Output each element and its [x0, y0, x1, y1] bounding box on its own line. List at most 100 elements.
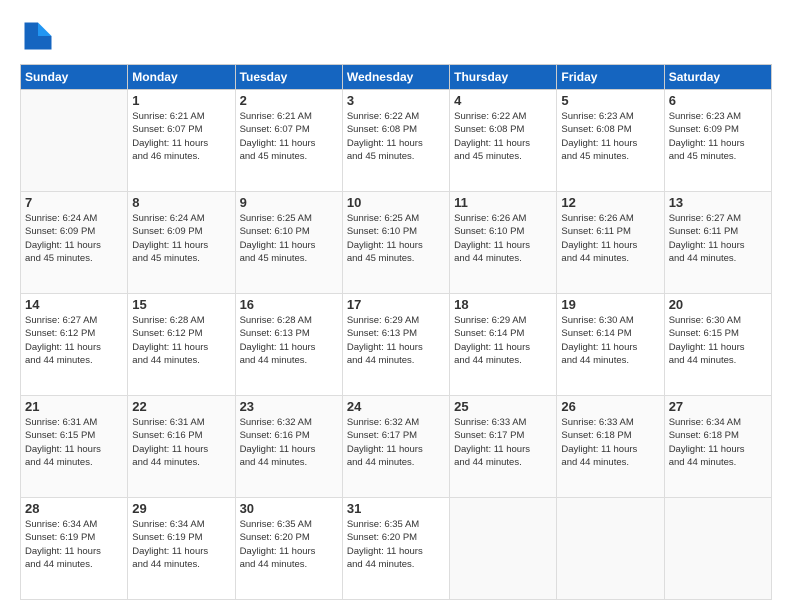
calendar-cell: 1Sunrise: 6:21 AM Sunset: 6:07 PM Daylig… [128, 90, 235, 192]
day-number: 19 [561, 297, 659, 312]
calendar-cell: 27Sunrise: 6:34 AM Sunset: 6:18 PM Dayli… [664, 396, 771, 498]
calendar-cell: 10 Sunrise: 6:25 AM Sunset: 6:10 PM Dayli… [342, 192, 449, 294]
day-header-friday: Friday [557, 65, 664, 90]
day-number: 13 [669, 195, 767, 210]
day-number: 23 [240, 399, 338, 414]
cell-info: Sunrise: 6:23 AM Sunset: 6:08 PM Dayligh… [561, 110, 659, 163]
day-number: 3 [347, 93, 445, 108]
day-number: 9 [240, 195, 338, 210]
cell-info: Sunrise: 6:34 AM Sunset: 6:18 PM Dayligh… [669, 416, 767, 469]
cell-info: Sunrise: 6:33 AM Sunset: 6:17 PM Dayligh… [454, 416, 552, 469]
calendar-week-row: 21 Sunrise: 6:31 AM Sunset: 6:15 PM Dayli… [21, 396, 772, 498]
cell-info: Sunrise: 6:29 AM Sunset: 6:13 PM Dayligh… [347, 314, 445, 367]
cell-info: Sunrise: 6:21 AM Sunset: 6:07 PM Dayligh… [132, 110, 230, 163]
calendar-cell: 2 Sunrise: 6:21 AM Sunset: 6:07 PM Daylig… [235, 90, 342, 192]
cell-info: Sunrise: 6:27 AM Sunset: 6:12 PM Dayligh… [25, 314, 123, 367]
cell-info: Sunrise: 6:35 AM Sunset: 6:20 PM Dayligh… [347, 518, 445, 571]
header [20, 18, 772, 54]
calendar-cell: 7 Sunrise: 6:24 AM Sunset: 6:09 PM Daylig… [21, 192, 128, 294]
day-header-tuesday: Tuesday [235, 65, 342, 90]
day-header-sunday: Sunday [21, 65, 128, 90]
cell-info: Sunrise: 6:24 AM Sunset: 6:09 PM Dayligh… [25, 212, 123, 265]
cell-info: Sunrise: 6:28 AM Sunset: 6:13 PM Dayligh… [240, 314, 338, 367]
cell-info: Sunrise: 6:26 AM Sunset: 6:11 PM Dayligh… [561, 212, 659, 265]
calendar-cell: 3 Sunrise: 6:22 AM Sunset: 6:08 PM Daylig… [342, 90, 449, 192]
cell-info: Sunrise: 6:23 AM Sunset: 6:09 PM Dayligh… [669, 110, 767, 163]
calendar-cell: 30 Sunrise: 6:35 AM Sunset: 6:20 PM Dayli… [235, 498, 342, 600]
cell-info: Sunrise: 6:34 AM Sunset: 6:19 PM Dayligh… [132, 518, 230, 571]
day-number: 31 [347, 501, 445, 516]
cell-info: Sunrise: 6:24 AM Sunset: 6:09 PM Dayligh… [132, 212, 230, 265]
calendar-cell: 17 Sunrise: 6:29 AM Sunset: 6:13 PM Dayli… [342, 294, 449, 396]
day-number: 30 [240, 501, 338, 516]
day-header-thursday: Thursday [450, 65, 557, 90]
day-number: 29 [132, 501, 230, 516]
calendar-cell: 23 Sunrise: 6:32 AM Sunset: 6:16 PM Dayli… [235, 396, 342, 498]
day-number: 18 [454, 297, 552, 312]
day-number: 17 [347, 297, 445, 312]
cell-info: Sunrise: 6:31 AM Sunset: 6:16 PM Dayligh… [132, 416, 230, 469]
calendar-cell: 5Sunrise: 6:23 AM Sunset: 6:08 PM Daylig… [557, 90, 664, 192]
calendar-cell: 24 Sunrise: 6:32 AM Sunset: 6:17 PM Dayli… [342, 396, 449, 498]
calendar-cell: 19Sunrise: 6:30 AM Sunset: 6:14 PM Dayli… [557, 294, 664, 396]
day-number: 25 [454, 399, 552, 414]
day-number: 12 [561, 195, 659, 210]
calendar-week-row: 28 Sunrise: 6:34 AM Sunset: 6:19 PM Dayli… [21, 498, 772, 600]
day-number: 2 [240, 93, 338, 108]
calendar-cell [21, 90, 128, 192]
day-number: 20 [669, 297, 767, 312]
cell-info: Sunrise: 6:35 AM Sunset: 6:20 PM Dayligh… [240, 518, 338, 571]
day-number: 21 [25, 399, 123, 414]
calendar-week-row: 14 Sunrise: 6:27 AM Sunset: 6:12 PM Dayli… [21, 294, 772, 396]
cell-info: Sunrise: 6:21 AM Sunset: 6:07 PM Dayligh… [240, 110, 338, 163]
cell-info: Sunrise: 6:30 AM Sunset: 6:15 PM Dayligh… [669, 314, 767, 367]
cell-info: Sunrise: 6:33 AM Sunset: 6:18 PM Dayligh… [561, 416, 659, 469]
calendar-cell: 16 Sunrise: 6:28 AM Sunset: 6:13 PM Dayli… [235, 294, 342, 396]
calendar-cell: 11 Sunrise: 6:26 AM Sunset: 6:10 PM Dayli… [450, 192, 557, 294]
day-number: 16 [240, 297, 338, 312]
cell-info: Sunrise: 6:26 AM Sunset: 6:10 PM Dayligh… [454, 212, 552, 265]
day-number: 26 [561, 399, 659, 414]
calendar-cell: 4 Sunrise: 6:22 AM Sunset: 6:08 PM Daylig… [450, 90, 557, 192]
day-number: 14 [25, 297, 123, 312]
calendar-cell [450, 498, 557, 600]
day-number: 8 [132, 195, 230, 210]
day-number: 28 [25, 501, 123, 516]
day-number: 24 [347, 399, 445, 414]
calendar-cell: 29 Sunrise: 6:34 AM Sunset: 6:19 PM Dayli… [128, 498, 235, 600]
calendar-cell: 15Sunrise: 6:28 AM Sunset: 6:12 PM Dayli… [128, 294, 235, 396]
calendar-cell: 13Sunrise: 6:27 AM Sunset: 6:11 PM Dayli… [664, 192, 771, 294]
logo-icon [20, 18, 56, 54]
cell-info: Sunrise: 6:22 AM Sunset: 6:08 PM Dayligh… [454, 110, 552, 163]
cell-info: Sunrise: 6:34 AM Sunset: 6:19 PM Dayligh… [25, 518, 123, 571]
calendar-cell [664, 498, 771, 600]
logo [20, 18, 60, 54]
calendar-cell: 28 Sunrise: 6:34 AM Sunset: 6:19 PM Dayli… [21, 498, 128, 600]
day-number: 4 [454, 93, 552, 108]
calendar-cell [557, 498, 664, 600]
day-header-saturday: Saturday [664, 65, 771, 90]
cell-info: Sunrise: 6:22 AM Sunset: 6:08 PM Dayligh… [347, 110, 445, 163]
calendar-cell: 18 Sunrise: 6:29 AM Sunset: 6:14 PM Dayli… [450, 294, 557, 396]
cell-info: Sunrise: 6:32 AM Sunset: 6:16 PM Dayligh… [240, 416, 338, 469]
calendar-header-row: SundayMondayTuesdayWednesdayThursdayFrid… [21, 65, 772, 90]
calendar-cell: 25 Sunrise: 6:33 AM Sunset: 6:17 PM Dayli… [450, 396, 557, 498]
calendar-cell: 6 Sunrise: 6:23 AM Sunset: 6:09 PM Daylig… [664, 90, 771, 192]
calendar-cell: 8 Sunrise: 6:24 AM Sunset: 6:09 PM Daylig… [128, 192, 235, 294]
page: SundayMondayTuesdayWednesdayThursdayFrid… [0, 0, 792, 612]
cell-info: Sunrise: 6:25 AM Sunset: 6:10 PM Dayligh… [347, 212, 445, 265]
cell-info: Sunrise: 6:29 AM Sunset: 6:14 PM Dayligh… [454, 314, 552, 367]
day-number: 11 [454, 195, 552, 210]
day-number: 22 [132, 399, 230, 414]
calendar-cell: 9Sunrise: 6:25 AM Sunset: 6:10 PM Daylig… [235, 192, 342, 294]
cell-info: Sunrise: 6:31 AM Sunset: 6:15 PM Dayligh… [25, 416, 123, 469]
calendar-week-row: 1Sunrise: 6:21 AM Sunset: 6:07 PM Daylig… [21, 90, 772, 192]
cell-info: Sunrise: 6:32 AM Sunset: 6:17 PM Dayligh… [347, 416, 445, 469]
day-number: 10 [347, 195, 445, 210]
day-header-wednesday: Wednesday [342, 65, 449, 90]
calendar-cell: 14 Sunrise: 6:27 AM Sunset: 6:12 PM Dayli… [21, 294, 128, 396]
day-number: 7 [25, 195, 123, 210]
day-number: 6 [669, 93, 767, 108]
calendar-week-row: 7 Sunrise: 6:24 AM Sunset: 6:09 PM Daylig… [21, 192, 772, 294]
cell-info: Sunrise: 6:28 AM Sunset: 6:12 PM Dayligh… [132, 314, 230, 367]
